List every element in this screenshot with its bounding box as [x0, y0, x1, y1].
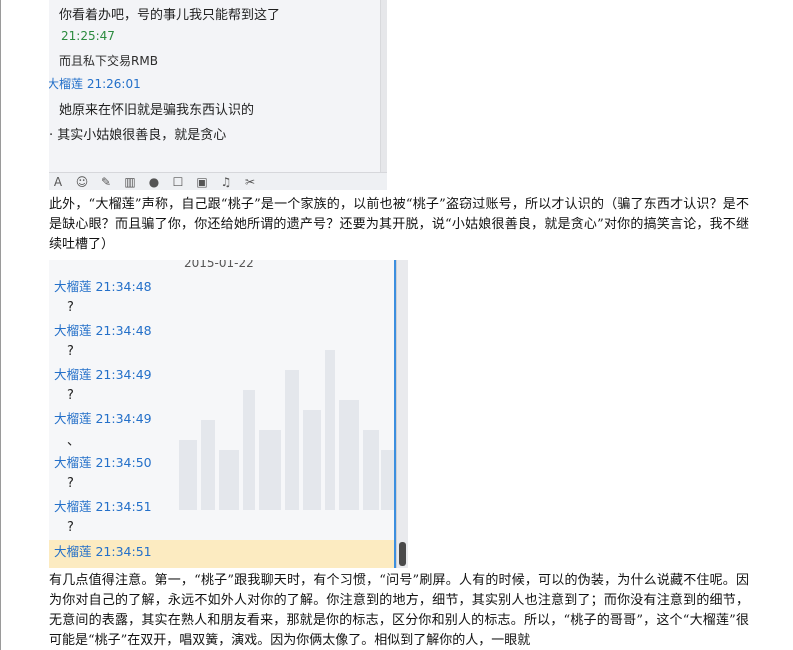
chat-message: 、: [67, 434, 81, 449]
chat-timestamp: 21:25:47: [61, 29, 115, 43]
chat-toolbar: A ☺ ✎ ▥ ● ☐ ▣ ♫ ✂: [49, 172, 387, 190]
chat-sender-header: 大榴莲 21:34:49: [54, 367, 152, 382]
chat-sender-header: 大榴莲 21:26:01: [49, 77, 141, 91]
font-icon[interactable]: A: [51, 175, 65, 189]
chat-screenshot-2: 2015-01-22 大榴莲 21:34:48 ? 大榴莲 21:34:48 ?…: [49, 260, 408, 568]
chat-message: · 其实小姑娘很善良，就是贪心: [49, 128, 227, 143]
image-icon[interactable]: ▣: [195, 175, 209, 189]
edit-icon[interactable]: ☐: [171, 175, 185, 189]
chat-message: ?: [67, 520, 74, 535]
chat-message: 而且私下交易RMB: [59, 54, 158, 68]
chat-scrollbar[interactable]: [380, 0, 387, 172]
chat-message: 你看着办吧，号的事儿我只能帮到这了: [59, 8, 281, 23]
music-icon[interactable]: ♫: [219, 175, 233, 189]
city-skyline-watermark: [179, 350, 395, 510]
scrollbar-thumb[interactable]: [399, 542, 406, 566]
scissors-icon[interactable]: ✂: [243, 175, 257, 189]
chat-sender-header: 大榴莲 21:34:51: [54, 499, 152, 514]
emoji-icon[interactable]: ☺: [75, 175, 89, 189]
chat-sender-header: 大榴莲 21:34:48: [54, 279, 152, 294]
chat-sender-header: 大榴莲 21:34:49: [54, 411, 152, 426]
chat-date-divider: 2015-01-22: [184, 260, 254, 270]
chat-message: ?: [67, 388, 74, 403]
chat-message: 她原来在怀旧就是骗我东西认识的: [59, 103, 255, 118]
chat-sender-header: 大榴莲 21:34:51: [54, 544, 152, 559]
chat-message: ?: [67, 344, 74, 359]
voice-icon[interactable]: ●: [147, 175, 161, 189]
chat-message: ?: [67, 476, 74, 491]
chat-scrollbar[interactable]: [396, 260, 408, 568]
chat-sender-header: 大榴莲 21:34:50: [54, 455, 152, 470]
body-paragraph-1: 此外，“大榴莲”声称，自己跟“桃子”是一个家族的，以前也被“桃子”盗窃过账号，所…: [49, 197, 749, 252]
chat-sender-header: 大榴莲 21:34:48: [54, 323, 152, 338]
body-paragraph-2: 有几点值得注意。第一，“桃子”跟我聊天时，有个习惯，“问号”刷屏。人有的时候，可…: [49, 573, 749, 648]
page-left-border: [0, 0, 1, 650]
screenshot-icon[interactable]: ▥: [123, 175, 137, 189]
chat-screenshot-1: 你看着办吧，号的事儿我只能帮到这了 21:25:47 而且私下交易RMB 大榴莲…: [49, 0, 387, 190]
shake-icon[interactable]: ✎: [99, 175, 113, 189]
chat-message: ?: [67, 300, 74, 315]
